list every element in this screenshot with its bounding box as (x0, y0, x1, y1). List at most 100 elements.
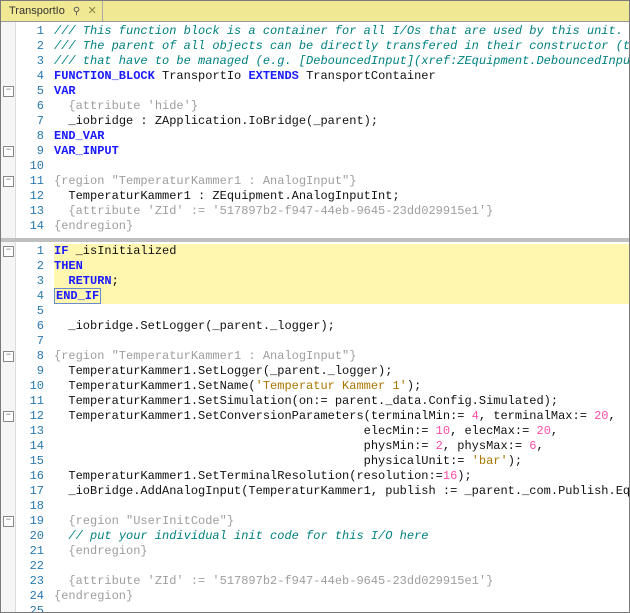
line-number: 2 (16, 259, 44, 274)
line-number: 4 (16, 289, 44, 304)
code-line[interactable]: // put your individual init code for thi… (54, 529, 629, 544)
code-line[interactable]: physicalUnit:= 'bar'); (54, 454, 629, 469)
line-number: 25 (16, 604, 44, 612)
code-line[interactable]: /// The parent of all objects can be dir… (54, 39, 629, 54)
code-line[interactable]: VAR (54, 84, 629, 99)
code-line[interactable]: physMin:= 2, physMax:= 6, (54, 439, 629, 454)
line-number: 11 (16, 394, 44, 409)
code-line[interactable]: {endregion} (54, 544, 629, 559)
line-number: 4 (16, 69, 44, 84)
code-area-bottom[interactable]: IF _isInitializedTHEN RETURN;END_IF _iob… (48, 242, 629, 612)
fold-toggle-icon[interactable]: − (3, 146, 14, 157)
code-line[interactable]: IF _isInitialized (54, 244, 629, 259)
code-line[interactable]: RETURN; (54, 274, 629, 289)
line-number: 14 (16, 219, 44, 234)
line-number: 24 (16, 589, 44, 604)
line-number: 7 (16, 114, 44, 129)
code-area-top[interactable]: /// This function block is a container f… (48, 22, 629, 238)
split-panes: −−− 1234567891011121314 /// This functio… (1, 22, 629, 612)
line-number: 16 (16, 469, 44, 484)
code-line[interactable]: _ioBridge.AddAnalogInput(TemperaturKamme… (54, 484, 629, 499)
code-line[interactable]: TemperaturKammer1.SetName('Temperatur Ka… (54, 379, 629, 394)
code-line[interactable]: elecMin:= 10, elecMax:= 20, (54, 424, 629, 439)
line-gutter-top: 1234567891011121314 (16, 22, 48, 238)
code-line[interactable]: {region "UserInitCode"} (54, 514, 629, 529)
fold-margin[interactable]: − − − (1, 22, 16, 238)
code-line[interactable]: END_VAR (54, 129, 629, 144)
fold-toggle-icon[interactable]: − (3, 351, 14, 362)
line-number: 8 (16, 349, 44, 364)
line-number: 1 (16, 24, 44, 39)
line-number: 23 (16, 574, 44, 589)
line-number: 19 (16, 514, 44, 529)
code-line[interactable]: /// that have to be managed (e.g. [Debou… (54, 54, 629, 69)
code-line[interactable]: {attribute 'hide'} (54, 99, 629, 114)
line-number: 10 (16, 379, 44, 394)
line-number: 13 (16, 424, 44, 439)
line-number: 21 (16, 544, 44, 559)
fold-toggle-icon[interactable]: − (3, 516, 14, 527)
tab-transportio[interactable]: TransportIo ⚲ ✕ (1, 1, 103, 21)
declaration-pane: −−− 1234567891011121314 /// This functio… (1, 22, 629, 242)
editor-window: TransportIo ⚲ ✕ −−− 1234567891011121314 … (0, 0, 630, 613)
code-line[interactable]: {region "TemperaturKammer1 : AnalogInput… (54, 174, 629, 189)
code-line[interactable]: TemperaturKammer1.SetTerminalResolution(… (54, 469, 629, 484)
code-line[interactable]: THEN (54, 259, 629, 274)
line-number: 2 (16, 39, 44, 54)
line-number: 12 (16, 189, 44, 204)
code-line[interactable]: /// This function block is a container f… (54, 24, 629, 39)
line-number: 5 (16, 304, 44, 319)
line-gutter-bottom: 1234567891011121314151617181920212223242… (16, 242, 48, 612)
code-line[interactable]: {attribute 'ZId' := '517897b2-f947-44eb-… (54, 574, 629, 589)
code-line[interactable]: {endregion} (54, 589, 629, 604)
line-number: 10 (16, 159, 44, 174)
code-line[interactable] (54, 334, 629, 349)
line-number: 20 (16, 529, 44, 544)
line-number: 15 (16, 454, 44, 469)
line-number: 5 (16, 84, 44, 99)
line-number: 13 (16, 204, 44, 219)
code-line[interactable]: {endregion} (54, 219, 629, 234)
line-number: 8 (16, 129, 44, 144)
line-number: 1 (16, 244, 44, 259)
code-line[interactable]: {attribute 'ZId' := '517897b2-f947-44eb-… (54, 204, 629, 219)
line-number: 6 (16, 99, 44, 114)
line-number: 6 (16, 319, 44, 334)
code-line[interactable] (54, 304, 629, 319)
code-line[interactable]: _iobridge : ZApplication.IoBridge(_paren… (54, 114, 629, 129)
code-line[interactable]: TemperaturKammer1.SetSimulation(on:= par… (54, 394, 629, 409)
pin-icon[interactable]: ⚲ (73, 4, 80, 19)
line-number: 7 (16, 334, 44, 349)
code-line[interactable]: VAR_INPUT (54, 144, 629, 159)
line-number: 17 (16, 484, 44, 499)
tab-bar: TransportIo ⚲ ✕ (1, 1, 629, 22)
tab-title: TransportIo (9, 4, 65, 19)
code-line[interactable]: TemperaturKammer1.SetLogger(_parent._log… (54, 364, 629, 379)
code-line[interactable]: _iobridge.SetLogger(_parent._logger); (54, 319, 629, 334)
fold-toggle-icon[interactable]: − (3, 86, 14, 97)
fold-toggle-icon[interactable]: − (3, 411, 14, 422)
code-line[interactable] (54, 499, 629, 514)
line-number: 22 (16, 559, 44, 574)
implementation-pane: −−−− 12345678910111213141516171819202122… (1, 242, 629, 612)
line-number: 18 (16, 499, 44, 514)
line-number: 3 (16, 274, 44, 289)
fold-margin[interactable]: − − − − (1, 242, 16, 612)
code-line[interactable] (54, 604, 629, 612)
code-line[interactable]: END_IF (54, 289, 629, 304)
line-number: 9 (16, 144, 44, 159)
line-number: 9 (16, 364, 44, 379)
code-line[interactable]: TemperaturKammer1 : ZEquipment.AnalogInp… (54, 189, 629, 204)
line-number: 12 (16, 409, 44, 424)
line-number: 3 (16, 54, 44, 69)
code-line[interactable] (54, 159, 629, 174)
close-icon[interactable]: ✕ (86, 5, 98, 17)
code-line[interactable] (54, 559, 629, 574)
code-line[interactable]: FUNCTION_BLOCK TransportIo EXTENDS Trans… (54, 69, 629, 84)
line-number: 11 (16, 174, 44, 189)
line-number: 14 (16, 439, 44, 454)
code-line[interactable]: TemperaturKammer1.SetConversionParameter… (54, 409, 629, 424)
fold-toggle-icon[interactable]: − (3, 246, 14, 257)
code-line[interactable]: {region "TemperaturKammer1 : AnalogInput… (54, 349, 629, 364)
fold-toggle-icon[interactable]: − (3, 176, 14, 187)
